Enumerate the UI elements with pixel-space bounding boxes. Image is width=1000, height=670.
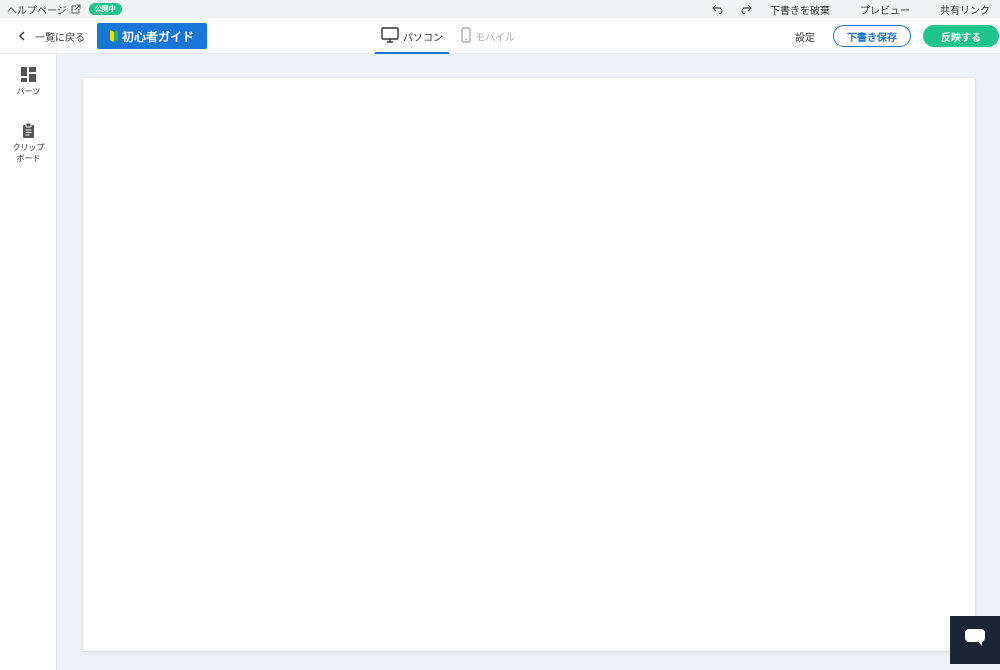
external-link-icon[interactable] (71, 4, 81, 14)
preview-link[interactable]: プレビュー (860, 2, 910, 17)
page-canvas[interactable] (83, 78, 975, 651)
monitor-icon (381, 26, 399, 46)
tab-mobile-label: モバイル (475, 32, 515, 44)
tab-mobile[interactable]: モバイル (455, 18, 521, 54)
clipboard-icon (20, 122, 37, 139)
beginner-mark-icon (109, 30, 118, 42)
status-badge: 公開中 (88, 3, 122, 15)
editor-canvas-area (57, 54, 1000, 670)
share-link[interactable]: 共有リンク (940, 2, 990, 17)
chat-bubble-icon (964, 628, 986, 652)
sidebar-item-parts[interactable]: パーツ (0, 66, 57, 97)
beginner-guide-button[interactable]: 初心者ガイド (97, 23, 207, 49)
settings-link[interactable]: 設定 (795, 29, 815, 44)
top-right-group: 下書きを破棄 プレビュー 共有リンク (710, 0, 990, 18)
back-to-list-label: 一覧に戻る (35, 32, 85, 44)
editor-toolbar: 一覧に戻る 初心者ガイド パソコン モバイル 設定 下書き保存 反映する (0, 18, 1000, 54)
publish-button[interactable]: 反映する (923, 25, 999, 47)
tab-pc[interactable]: パソコン (375, 18, 449, 54)
parts-grid-icon (20, 66, 37, 83)
discard-draft-link[interactable]: 下書きを破棄 (770, 2, 830, 17)
sidebar-item-clipboard[interactable]: クリップ ボード (0, 122, 57, 164)
beginner-guide-label: 初心者ガイド (121, 29, 194, 44)
sidebar-item-label: クリップ (12, 143, 45, 152)
mobile-icon (461, 26, 471, 46)
back-to-list-link[interactable]: 一覧に戻る (18, 18, 85, 54)
top-left-group: ヘルプページ 公開中 (0, 2, 122, 17)
sidebar-item-label: ボード (16, 154, 41, 163)
redo-icon[interactable] (740, 2, 754, 16)
top-bar: ヘルプページ 公開中 下書きを破棄 プレビュー 共有リンク (0, 0, 1000, 18)
tab-pc-label: パソコン (403, 32, 443, 44)
chevron-left-icon (18, 31, 27, 41)
chat-support-button[interactable] (950, 616, 1000, 664)
undo-icon[interactable] (710, 2, 724, 16)
toolbar-actions: 設定 下書き保存 反映する (795, 18, 1000, 54)
sidebar-item-label: パーツ (16, 87, 41, 96)
help-page-link[interactable]: ヘルプページ (7, 2, 67, 17)
left-sidebar: パーツ クリップ ボード (0, 54, 57, 670)
device-tabs: パソコン モバイル (375, 18, 521, 54)
save-draft-button[interactable]: 下書き保存 (833, 25, 911, 47)
